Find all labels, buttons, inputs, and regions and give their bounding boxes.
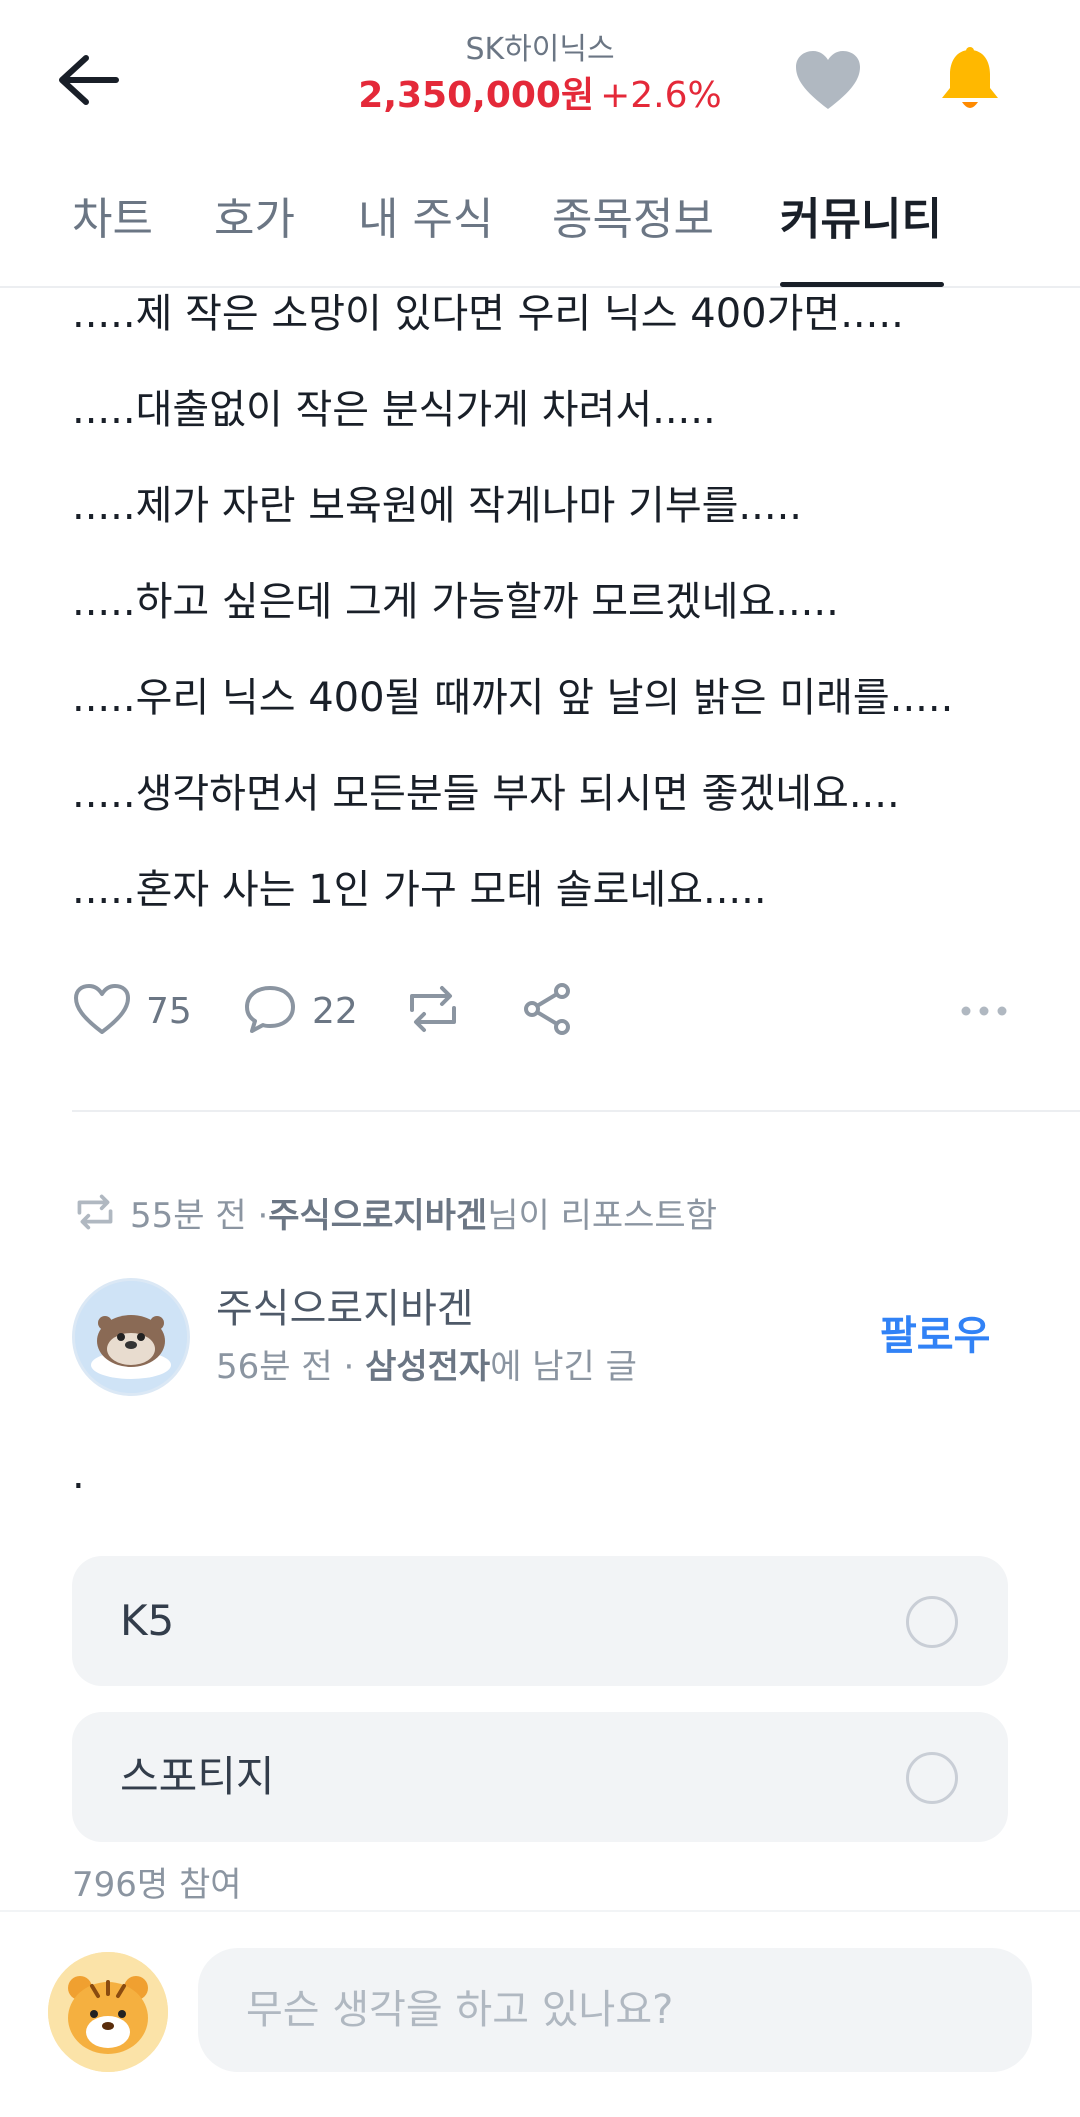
repost-button[interactable] [402,976,464,1046]
post-line: .....혼자 사는 1인 가구 모태 솔로네요..... [72,867,767,913]
post-line: .....하고 싶은데 그게 가능할까 모르겠네요..... [72,579,839,625]
stock-name: SK하이닉스 [465,32,615,67]
composer-bar [0,1910,1080,2117]
radio-icon [906,1752,958,1804]
post-line: .....대출없이 작은 분식가게 차려서..... [72,387,716,433]
tab-stock-info[interactable]: 종목정보 [552,190,714,250]
post-line: .....생각하면서 모든분들 부자 되시면 좋겠네요.... [72,771,900,817]
more-button[interactable] [960,976,1008,1046]
radio-icon [906,1596,958,1648]
like-button[interactable]: 75 [72,976,192,1046]
author-meta: 56분 전 · 삼성전자에 남긴 글 [216,1342,637,1392]
favorite-button[interactable] [788,42,868,122]
second-post-text: . [72,1452,85,1498]
poll-option[interactable]: 스포티지 [72,1712,1008,1842]
tab-my-stock[interactable]: 내 주식 [358,190,493,250]
repost-small-icon [72,1192,118,1232]
post-line: .....우리 닉스 400될 때까지 앞 날의 밝은 미래를..... [72,675,954,721]
repost-user[interactable]: 주식으로지바겐 [268,1188,487,1237]
author-time: 56분 전 · [216,1347,366,1387]
repost-icon [402,982,464,1040]
repost-time: 55분 전 · [130,1195,269,1236]
post-body: .....제 작은 소망이 있다면 우리 닉스 400가면..... .....… [72,290,1032,962]
post-divider [72,1110,1080,1112]
repost-suffix: 님이 리포스트함 [487,1195,717,1236]
author-stock[interactable]: 삼성전자 [365,1347,490,1387]
stock-title: SK하이닉스 2,350,000원 +2.6% [0,30,1080,122]
post-actions: 75 22 [72,976,1008,1046]
comment-icon [242,982,298,1040]
comment-button[interactable]: 22 [242,976,358,1046]
like-count: 75 [146,990,192,1032]
share-button[interactable] [520,976,574,1046]
active-tab-indicator [780,282,944,287]
heart-outline-icon [72,982,132,1040]
author-suffix: 에 남긴 글 [490,1347,637,1387]
comment-count: 22 [312,990,358,1032]
poll-option[interactable]: K5 [72,1556,1008,1686]
share-icon [520,981,574,1041]
poll-option-label: K5 [120,1596,175,1645]
bell-icon [938,46,1002,118]
compose-input[interactable] [198,1948,1032,2072]
stock-price: 2,350,000원 [358,75,595,116]
heart-icon [794,49,862,115]
tab-bar: 차트 호가 내 주식 종목정보 커뮤니티 [0,170,1080,288]
poll-participants: 796명 참여 [72,1865,242,1905]
repost-info: 55분 전 · 주식으로지바겐 님이 리포스트함 [72,1184,717,1240]
more-horizontal-icon [960,1002,1008,1021]
author-avatar[interactable] [72,1278,190,1396]
author-name[interactable]: 주식으로지바겐 [216,1282,474,1336]
poll-option-label: 스포티지 [120,1752,275,1801]
post-line: .....제가 자란 보육원에 작게나마 기부를..... [72,483,803,529]
post-line: .....제 작은 소망이 있다면 우리 닉스 400가면..... [72,291,904,337]
my-avatar[interactable] [48,1952,168,2072]
follow-button[interactable]: 팔로우 [880,1306,990,1366]
stock-change: +2.6% [600,75,722,116]
top-header: SK하이닉스 2,350,000원 +2.6% [0,0,1080,160]
tab-chart[interactable]: 차트 [72,190,153,250]
tab-orderbook[interactable]: 호가 [214,190,295,250]
notification-button[interactable] [930,42,1010,122]
tab-community[interactable]: 커뮤니티 [780,190,942,250]
stock-price-row: 2,350,000원 +2.6% [0,70,1080,122]
